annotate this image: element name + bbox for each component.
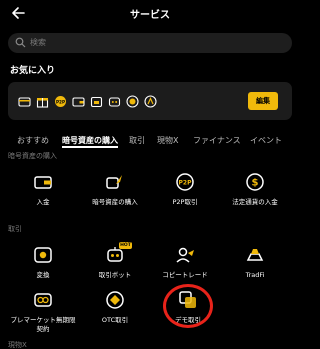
- service-label: 入金: [36, 198, 50, 206]
- service-label: 法定通貨の入金: [232, 198, 278, 206]
- tab-spot-x[interactable]: 現物X: [157, 135, 178, 146]
- tab-finance[interactable]: ファイナンス: [193, 135, 241, 146]
- ai-icon[interactable]: [144, 95, 157, 108]
- service-label: TradFi: [245, 271, 265, 279]
- search-icon: [15, 37, 26, 48]
- section-title-spot: 現物X: [8, 341, 27, 349]
- bot-icon[interactable]: [108, 95, 121, 108]
- service-otc[interactable]: OTC取引: [80, 290, 150, 325]
- page-title: サービス: [130, 10, 170, 21]
- service-premarket-perpetual[interactable]: プレマーケット無期限契約: [8, 290, 78, 334]
- premarket-icon: [34, 293, 52, 307]
- svg-text:P2P: P2P: [179, 180, 193, 187]
- calendar-icon[interactable]: [90, 95, 103, 108]
- service-label: 暗号資産の購入: [92, 198, 138, 206]
- service-trading-bot[interactable]: 取引ボット: [80, 245, 150, 280]
- copy-trade-icon: [176, 247, 194, 263]
- tab-events[interactable]: イベント: [250, 135, 282, 146]
- service-deposit[interactable]: 入金: [8, 172, 78, 207]
- rocket-icon: [106, 175, 122, 189]
- wallet-icon[interactable]: [72, 95, 85, 108]
- svg-text:$: $: [252, 178, 259, 189]
- active-tab-indicator: [62, 146, 118, 148]
- favorites-title: お気に入り: [10, 66, 56, 76]
- service-fiat-deposit[interactable]: $ 法定通貨の入金: [220, 172, 290, 207]
- service-p2p[interactable]: P2P P2P取引: [150, 172, 220, 207]
- category-tabs: おすすめ 暗号資産の購入 取引 現物X ファイナンス イベント: [0, 131, 300, 151]
- gold-icon: [246, 249, 264, 261]
- hot-badge: HOT: [119, 242, 132, 249]
- coin-icon[interactable]: [126, 95, 139, 108]
- tab-recommended[interactable]: おすすめ: [17, 135, 49, 146]
- tab-trade[interactable]: 取引: [129, 135, 145, 146]
- service-copy-trade[interactable]: コピートレード: [150, 245, 220, 280]
- service-label: OTC取引: [101, 316, 129, 324]
- service-label: コピートレード: [162, 271, 208, 279]
- service-buy-crypto[interactable]: 暗号資産の購入: [80, 172, 150, 207]
- otc-icon: [106, 291, 124, 309]
- service-label: プレマーケット無期限契約: [10, 316, 76, 333]
- dollar-icon: $: [246, 173, 264, 191]
- service-label: 変換: [36, 271, 50, 279]
- service-label: 取引ボット: [98, 271, 132, 279]
- service-label: P2P取引: [172, 198, 198, 206]
- edit-favorites-button[interactable]: 編集: [248, 92, 278, 110]
- p2p-icon[interactable]: P2P: [54, 95, 67, 108]
- highlight-circle: [163, 284, 213, 328]
- wallet-icon: [34, 176, 52, 189]
- svg-text:P2P: P2P: [56, 99, 65, 104]
- tab-buy-crypto[interactable]: 暗号資産の購入: [62, 135, 118, 146]
- search-placeholder: 検索: [30, 38, 46, 47]
- service-tradfi[interactable]: TradFi: [220, 245, 290, 280]
- header: サービス: [0, 0, 300, 28]
- section-title-buy: 暗号資産の購入: [8, 152, 57, 160]
- search-input[interactable]: 検索: [8, 33, 292, 53]
- service-convert[interactable]: 変換: [8, 245, 78, 280]
- gift-icon[interactable]: [36, 95, 49, 108]
- section-title-trade: 取引: [8, 225, 22, 233]
- card-icon[interactable]: [18, 95, 31, 108]
- favorites-bar: P2P 編集: [8, 82, 292, 120]
- convert-icon: [34, 247, 52, 263]
- p2p-icon: P2P: [176, 173, 194, 191]
